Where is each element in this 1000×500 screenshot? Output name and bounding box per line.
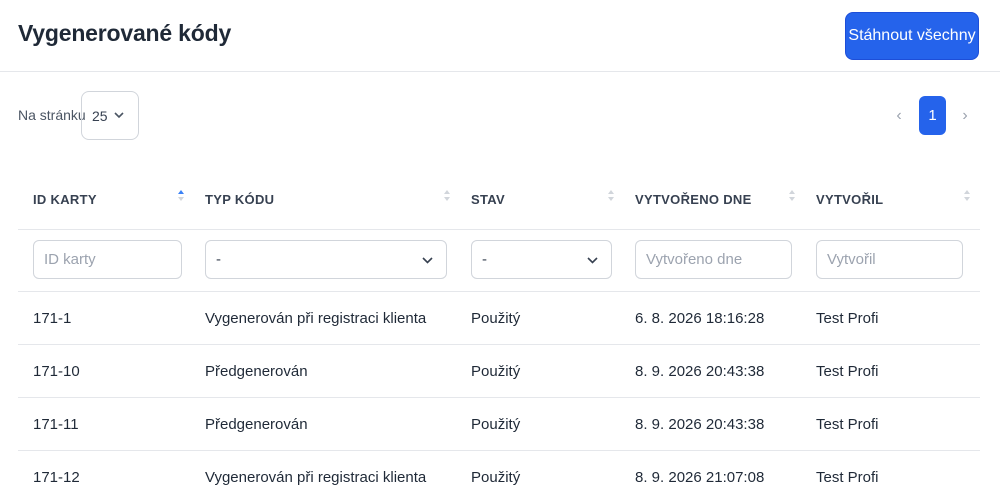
chevron-down-icon bbox=[422, 257, 433, 264]
cell-card-id: 171-10 bbox=[33, 363, 80, 380]
table-filter-row: - - bbox=[18, 230, 980, 292]
sort-icon[interactable] bbox=[608, 190, 616, 204]
cell-creator: Test Profi bbox=[816, 416, 879, 433]
column-header-creator[interactable]: VYTVOŘIL bbox=[816, 192, 883, 207]
cell-card-id: 171-11 bbox=[33, 416, 79, 433]
page-button-current[interactable]: 1 bbox=[919, 96, 946, 135]
table-header-row: ID KARTY TYP KÓDU STAV VYTVOŘENO DNE VYT… bbox=[18, 168, 980, 230]
table-row[interactable]: 171-1 Vygenerován při registraci klienta… bbox=[18, 292, 980, 345]
column-header-status[interactable]: STAV bbox=[471, 192, 505, 207]
status-filter-value: - bbox=[482, 251, 487, 268]
per-page-select[interactable]: 25 bbox=[81, 91, 139, 140]
sort-icon[interactable] bbox=[789, 190, 797, 204]
cell-code-type: Předgenerován bbox=[205, 416, 308, 433]
per-page-value: 25 bbox=[92, 107, 108, 124]
per-page-label: Na stránku bbox=[18, 107, 86, 123]
chevron-down-icon bbox=[114, 112, 124, 119]
column-header-card-id[interactable]: ID KARTY bbox=[33, 192, 97, 207]
cell-status: Použitý bbox=[471, 363, 521, 380]
cell-card-id: 171-1 bbox=[33, 310, 72, 327]
cell-code-type: Vygenerován při registraci klienta bbox=[205, 310, 427, 327]
cell-code-type: Vygenerován při registraci klienta bbox=[205, 469, 427, 486]
cell-creator: Test Profi bbox=[816, 363, 879, 380]
page-header: Vygenerované kódy Stáhnout všechny bbox=[0, 0, 1000, 72]
code-type-filter-select[interactable]: - bbox=[205, 240, 447, 279]
sort-icon[interactable] bbox=[964, 190, 972, 204]
cell-created: 6. 8. 2026 18:16:28 bbox=[635, 310, 765, 327]
column-header-code-type[interactable]: TYP KÓDU bbox=[205, 192, 274, 207]
page-title: Vygenerované kódy bbox=[18, 20, 232, 46]
cell-card-id: 171-12 bbox=[33, 469, 80, 486]
table-row[interactable]: 171-11 Předgenerován Použitý 8. 9. 2026 … bbox=[18, 398, 980, 451]
creator-filter-input[interactable] bbox=[816, 240, 963, 279]
download-all-button[interactable]: Stáhnout všechny bbox=[845, 12, 979, 60]
created-filter-input[interactable] bbox=[635, 240, 792, 279]
cell-status: Použitý bbox=[471, 310, 521, 327]
chevron-right-icon[interactable]: › bbox=[957, 104, 973, 128]
chevron-down-icon bbox=[587, 257, 598, 264]
code-type-filter-value: - bbox=[216, 251, 221, 268]
status-filter-select[interactable]: - bbox=[471, 240, 612, 279]
cell-status: Použitý bbox=[471, 416, 521, 433]
cell-created: 8. 9. 2026 20:43:38 bbox=[635, 363, 765, 380]
sort-icon[interactable] bbox=[444, 190, 452, 204]
sort-icon[interactable] bbox=[178, 190, 186, 204]
card-id-filter-input[interactable] bbox=[33, 240, 182, 279]
cell-code-type: Předgenerován bbox=[205, 363, 308, 380]
cell-creator: Test Profi bbox=[816, 469, 879, 486]
cell-created: 8. 9. 2026 21:07:08 bbox=[635, 469, 765, 486]
cell-status: Použitý bbox=[471, 469, 521, 486]
table-row[interactable]: 171-10 Předgenerován Použitý 8. 9. 2026 … bbox=[18, 345, 980, 398]
cell-created: 8. 9. 2026 20:43:38 bbox=[635, 416, 765, 433]
table-row[interactable]: 171-12 Vygenerován při registraci klient… bbox=[18, 451, 980, 500]
column-header-created[interactable]: VYTVOŘENO DNE bbox=[635, 192, 752, 207]
chevron-left-icon[interactable]: ‹ bbox=[891, 104, 907, 128]
cell-creator: Test Profi bbox=[816, 310, 879, 327]
